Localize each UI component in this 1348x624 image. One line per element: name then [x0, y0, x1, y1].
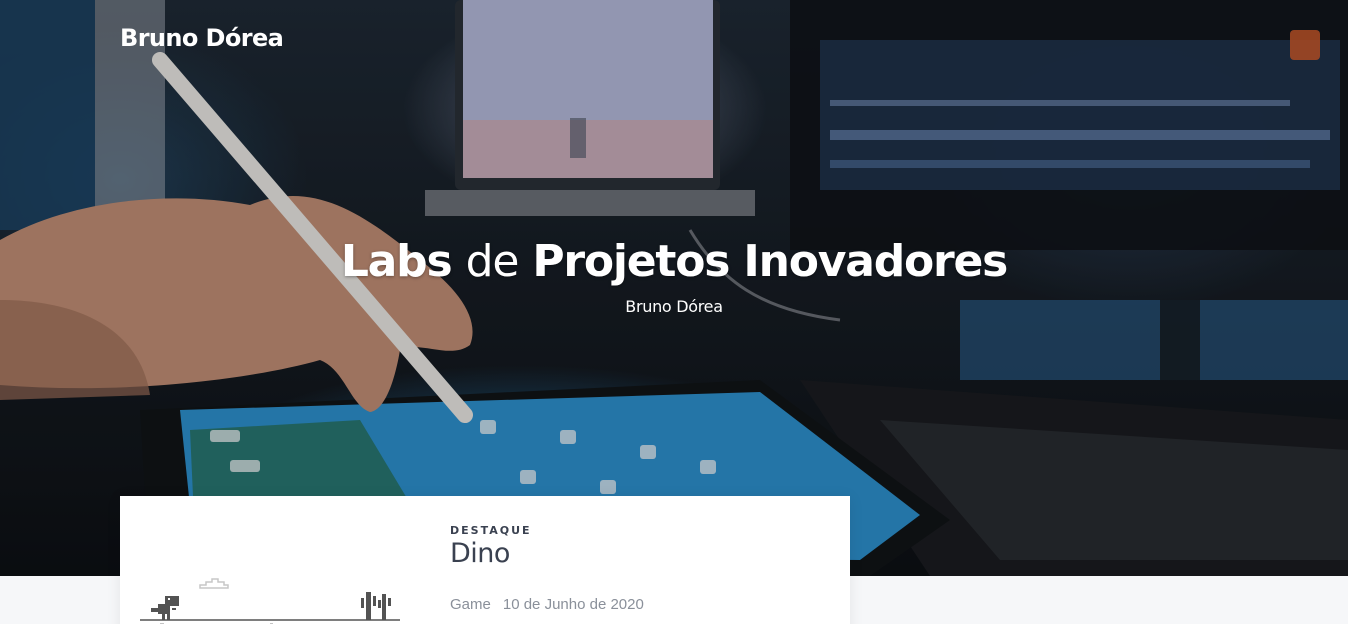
site-brand-link[interactable]: Bruno Dórea: [120, 24, 284, 52]
hero-title: Labs de Projetos Inovadores: [0, 232, 1348, 292]
featured-post-meta: Game 10 de Junho de 2020: [450, 596, 644, 613]
hero-title-projetos: Projetos Inovadores: [532, 236, 1008, 287]
hero-banner: Bruno Dórea Labs de Projetos Inovadores …: [0, 0, 1348, 576]
dino-game-icon: [140, 578, 400, 624]
hero-subtitle: Bruno Dórea: [625, 297, 723, 316]
post-date: 10 de Junho de 2020: [502, 596, 644, 613]
featured-post-title[interactable]: Dino: [450, 538, 510, 569]
featured-post-card[interactable]: DESTAQUE Dino Game 10 de Junho de 2020: [120, 496, 850, 624]
post-category-link[interactable]: Game: [450, 596, 491, 613]
featured-thumbnail[interactable]: [120, 496, 420, 624]
hero-title-de: de: [465, 236, 520, 287]
featured-label: DESTAQUE: [450, 524, 532, 537]
hero-title-labs: Labs: [340, 236, 453, 287]
